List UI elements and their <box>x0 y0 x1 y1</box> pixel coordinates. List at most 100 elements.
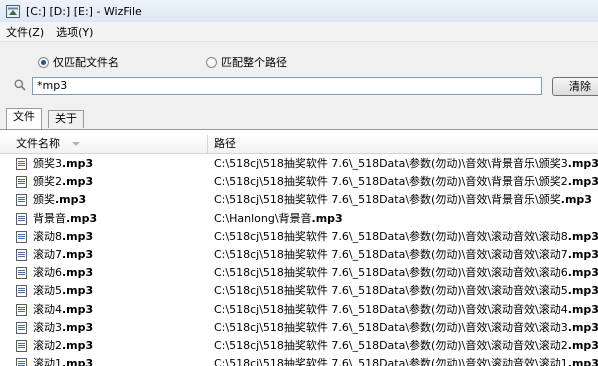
table-row[interactable]: 颁奖2.mp3 C:\518cj\518抽奖软件 7.6\_518Data\参数(… <box>0 173 598 191</box>
audio-file-icon <box>16 339 27 352</box>
path-ext: .mp3 <box>567 247 598 261</box>
match-fullpath-radio[interactable]: 匹配整个路径 <box>206 54 287 70</box>
file-stem: 滚动2 <box>33 338 62 352</box>
file-stem: 滚动8 <box>33 229 62 243</box>
path-text: C:\518cj\518抽奖软件 7.6\_518Data\参数(勿动)\音效\… <box>214 175 568 189</box>
file-ext: .mp3 <box>62 284 94 298</box>
path-text: C:\518cj\518抽奖软件 7.6\_518Data\参数(勿动)\音效\… <box>214 229 568 243</box>
file-stem: 颁奖3 <box>33 157 62 170</box>
table-row[interactable]: 滚动7.mp3 C:\518cj\518抽奖软件 7.6\_518Data\参数(… <box>0 246 598 264</box>
audio-file-icon <box>16 267 27 280</box>
path-ext: .mp3 <box>567 284 598 298</box>
file-path-cell: C:\518cj\518抽奖软件 7.6\_518Data\参数(勿动)\音效\… <box>214 355 598 366</box>
file-ext: .mp3 <box>62 157 94 170</box>
audio-file-icon <box>16 248 27 261</box>
menu-file[interactable]: 文件(Z) <box>0 24 50 40</box>
window-title: [C:] [D:] [E:] - WizFile <box>26 4 142 18</box>
file-stem: 滚动6 <box>33 266 62 280</box>
path-ext: .mp3 <box>567 229 598 243</box>
list-header: 文件名称 路径 <box>0 135 598 154</box>
title-bar: [C:] [D:] [E:] - WizFile <box>0 0 598 22</box>
match-filename-label: 仅匹配文件名 <box>53 56 119 69</box>
file-stem: 背景音 <box>33 211 66 225</box>
menu-bar: 文件(Z) 选项(Y) <box>0 22 598 42</box>
path-ext: .mp3 <box>567 175 598 189</box>
tab-files[interactable]: 文件 <box>6 108 42 129</box>
column-header-name[interactable]: 文件名称 <box>0 135 208 153</box>
match-fullpath-label: 匹配整个路径 <box>221 56 287 69</box>
path-text: C:\518cj\518抽奖软件 7.6\_518Data\参数(勿动)\音效\… <box>214 320 568 334</box>
file-name-cell: 滚动8.mp3 <box>33 228 93 246</box>
table-row[interactable]: 滚动5.mp3 C:\518cj\518抽奖软件 7.6\_518Data\参数(… <box>0 282 598 300</box>
file-path-cell: C:\518cj\518抽奖软件 7.6\_518Data\参数(勿动)\音效\… <box>214 301 598 319</box>
table-row[interactable]: 滚动8.mp3 C:\518cj\518抽奖软件 7.6\_518Data\参数(… <box>0 228 598 246</box>
path-ext: .mp3 <box>567 320 598 334</box>
path-text: C:\518cj\518抽奖软件 7.6\_518Data\参数(勿动)\音效\… <box>214 338 568 352</box>
file-path-cell: C:\Hanlong\背景音.mp3 <box>214 210 598 228</box>
file-ext: .mp3 <box>62 320 94 334</box>
audio-file-icon <box>16 230 27 243</box>
file-name-cell: 滚动2.mp3 <box>33 337 93 355</box>
table-row[interactable]: 滚动4.mp3 C:\518cj\518抽奖软件 7.6\_518Data\参数(… <box>0 301 598 319</box>
path-text: C:\518cj\518抽奖软件 7.6\_518Data\参数(勿动)\音效\… <box>214 302 568 316</box>
audio-file-icon <box>16 303 27 316</box>
tab-about[interactable]: 关于 <box>48 110 84 128</box>
column-header-path[interactable]: 路径 <box>214 135 236 153</box>
file-stem: 滚动5 <box>33 284 62 298</box>
audio-file-icon <box>16 212 27 225</box>
file-path-cell: C:\518cj\518抽奖软件 7.6\_518Data\参数(勿动)\音效\… <box>214 282 598 300</box>
tab-strip: 文件 关于 <box>0 108 598 129</box>
path-ext: .mp3 <box>560 193 592 207</box>
file-ext: .mp3 <box>62 266 94 280</box>
file-name-cell: 滚动3.mp3 <box>33 319 93 337</box>
file-path-cell: C:\518cj\518抽奖软件 7.6\_518Data\参数(勿动)\音效\… <box>214 246 598 264</box>
file-path-cell: C:\518cj\518抽奖软件 7.6\_518Data\参数(勿动)\音效\… <box>214 191 598 209</box>
table-row[interactable]: 背景音.mp3 C:\Hanlong\背景音.mp3 <box>0 210 598 228</box>
file-path-cell: C:\518cj\518抽奖软件 7.6\_518Data\参数(勿动)\音效\… <box>214 173 598 191</box>
file-stem: 滚动7 <box>33 247 62 261</box>
file-name-cell: 颁奖2.mp3 <box>33 173 93 191</box>
file-ext: .mp3 <box>62 175 94 189</box>
path-ext: .mp3 <box>567 338 598 352</box>
match-filename-radio[interactable]: 仅匹配文件名 <box>38 54 119 70</box>
path-text: C:\518cj\518抽奖软件 7.6\_518Data\参数(勿动)\音效\… <box>214 247 568 261</box>
file-ext: .mp3 <box>66 211 98 225</box>
clear-button[interactable]: 清除 <box>552 77 598 96</box>
file-rows: 颁奖3.mp3 C:\518cj\518抽奖软件 7.6\_518Data\参数(… <box>0 155 598 366</box>
menu-options[interactable]: 选项(Y) <box>50 24 99 40</box>
table-row[interactable]: 滚动3.mp3 C:\518cj\518抽奖软件 7.6\_518Data\参数(… <box>0 319 598 337</box>
file-name-cell: 滚动1.mp3 <box>33 355 93 366</box>
path-text: C:\518cj\518抽奖软件 7.6\_518Data\参数(勿动)\音效\… <box>214 266 568 280</box>
audio-file-icon <box>16 194 27 207</box>
audio-file-icon <box>16 285 27 298</box>
file-path-cell: C:\518cj\518抽奖软件 7.6\_518Data\参数(勿动)\音效\… <box>214 337 598 355</box>
file-name-cell: 背景音.mp3 <box>33 210 97 228</box>
file-name-cell: 滚动6.mp3 <box>33 264 93 282</box>
table-row[interactable]: 滚动2.mp3 C:\518cj\518抽奖软件 7.6\_518Data\参数(… <box>0 337 598 355</box>
file-list: 文件名称 路径 颁奖3.mp3 C:\518cj\518抽奖软件 7.6\_518… <box>0 129 598 366</box>
path-text: C:\518cj\518抽奖软件 7.6\_518Data\参数(勿动)\音效\… <box>214 157 568 170</box>
file-path-cell: C:\518cj\518抽奖软件 7.6\_518Data\参数(勿动)\音效\… <box>214 228 598 246</box>
table-row[interactable]: 颁奖.mp3 C:\518cj\518抽奖软件 7.6\_518Data\参数(勿… <box>0 191 598 209</box>
table-row[interactable]: 滚动1.mp3 C:\518cj\518抽奖软件 7.6\_518Data\参数(… <box>0 355 598 366</box>
audio-file-icon <box>16 176 27 189</box>
path-ext: .mp3 <box>567 302 598 316</box>
search-input[interactable]: *mp3 <box>32 77 542 95</box>
file-path-cell: C:\518cj\518抽奖软件 7.6\_518Data\参数(勿动)\音效\… <box>214 264 598 282</box>
audio-file-icon <box>16 321 27 334</box>
path-ext: .mp3 <box>567 157 598 170</box>
wizfile-app-icon <box>6 4 20 18</box>
audio-file-icon <box>16 158 27 170</box>
file-path-cell: C:\518cj\518抽奖软件 7.6\_518Data\参数(勿动)\音效\… <box>214 155 598 173</box>
radio-selected-indicator <box>38 56 49 68</box>
table-row[interactable]: 滚动6.mp3 C:\518cj\518抽奖软件 7.6\_518Data\参数(… <box>0 264 598 282</box>
table-row[interactable]: 颁奖3.mp3 C:\518cj\518抽奖软件 7.6\_518Data\参数(… <box>0 155 598 173</box>
file-ext: .mp3 <box>55 193 87 207</box>
path-ext: .mp3 <box>311 211 343 225</box>
file-name-cell: 颁奖3.mp3 <box>33 155 93 173</box>
file-ext: .mp3 <box>62 247 94 261</box>
file-stem: 颁奖 <box>33 193 55 207</box>
file-name-cell: 滚动5.mp3 <box>33 282 93 300</box>
path-text: C:\Hanlong\背景音 <box>214 211 312 225</box>
file-stem: 颁奖2 <box>33 175 62 189</box>
